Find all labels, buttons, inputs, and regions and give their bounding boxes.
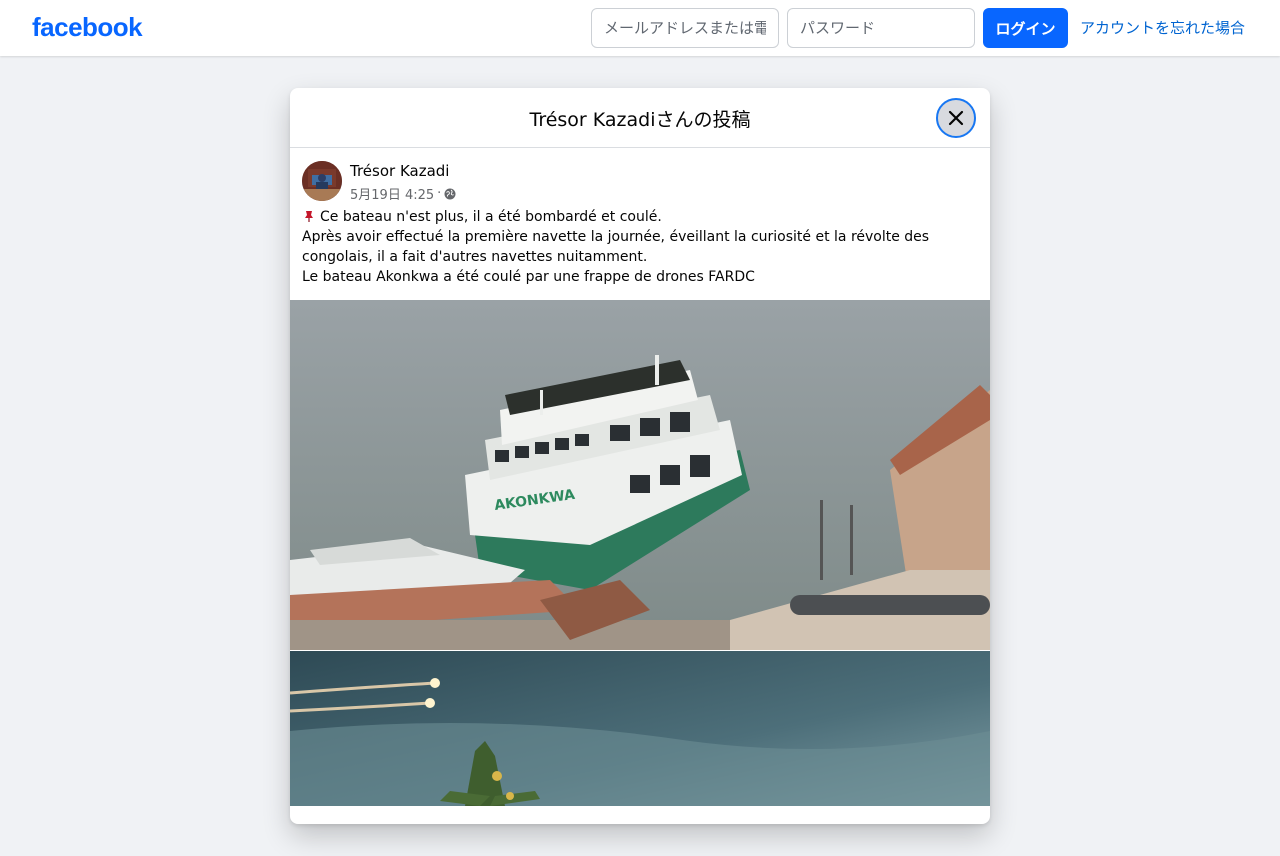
boat-photo-image: AKONKWA — [290, 300, 990, 650]
pushpin-icon — [305, 211, 313, 222]
dialog-title: Trésor Kazadiさんの投稿 — [529, 109, 751, 131]
jet-photo-image — [290, 651, 990, 806]
login-button[interactable]: ログイン — [983, 8, 1068, 48]
facebook-logo[interactable]: facebook — [32, 12, 143, 43]
post-text-line-1: Ce bateau n'est plus, il a été bombardé … — [302, 207, 978, 227]
avatar-image — [302, 161, 342, 201]
post-text: Ce bateau n'est plus, il a été bombardé … — [302, 207, 978, 287]
post-dialog: Trésor Kazadiさんの投稿 Trésor Kazadi 5月19日 4… — [290, 88, 990, 824]
forgot-account-link[interactable]: アカウントを忘れた場合 — [1080, 17, 1245, 38]
top-navigation-bar: facebook ログイン アカウントを忘れた場合 — [0, 0, 1280, 56]
password-field[interactable] — [787, 8, 975, 48]
post-photo-boat[interactable]: AKONKWA — [290, 300, 990, 650]
email-field[interactable] — [591, 8, 779, 48]
meta-separator: · — [437, 186, 442, 201]
post-text-line-3: Le bateau Akonkwa a été coulé par une fr… — [302, 269, 755, 285]
post-text-line-2: Après avoir effectué la première navette… — [302, 229, 930, 265]
post-timestamp[interactable]: 5月19日 4:25 — [350, 184, 434, 203]
dialog-header: Trésor Kazadiさんの投稿 — [290, 88, 990, 148]
close-icon — [948, 110, 964, 126]
close-button[interactable] — [936, 98, 976, 138]
globe-icon — [444, 188, 456, 199]
post-header: Trésor Kazadi 5月19日 4:25 · — [302, 161, 978, 203]
post-photo-jet[interactable] — [290, 651, 990, 806]
post-author-name[interactable]: Trésor Kazadi — [350, 162, 449, 180]
post-meta: 5月19日 4:25 · — [350, 184, 456, 203]
avatar[interactable] — [302, 161, 342, 201]
